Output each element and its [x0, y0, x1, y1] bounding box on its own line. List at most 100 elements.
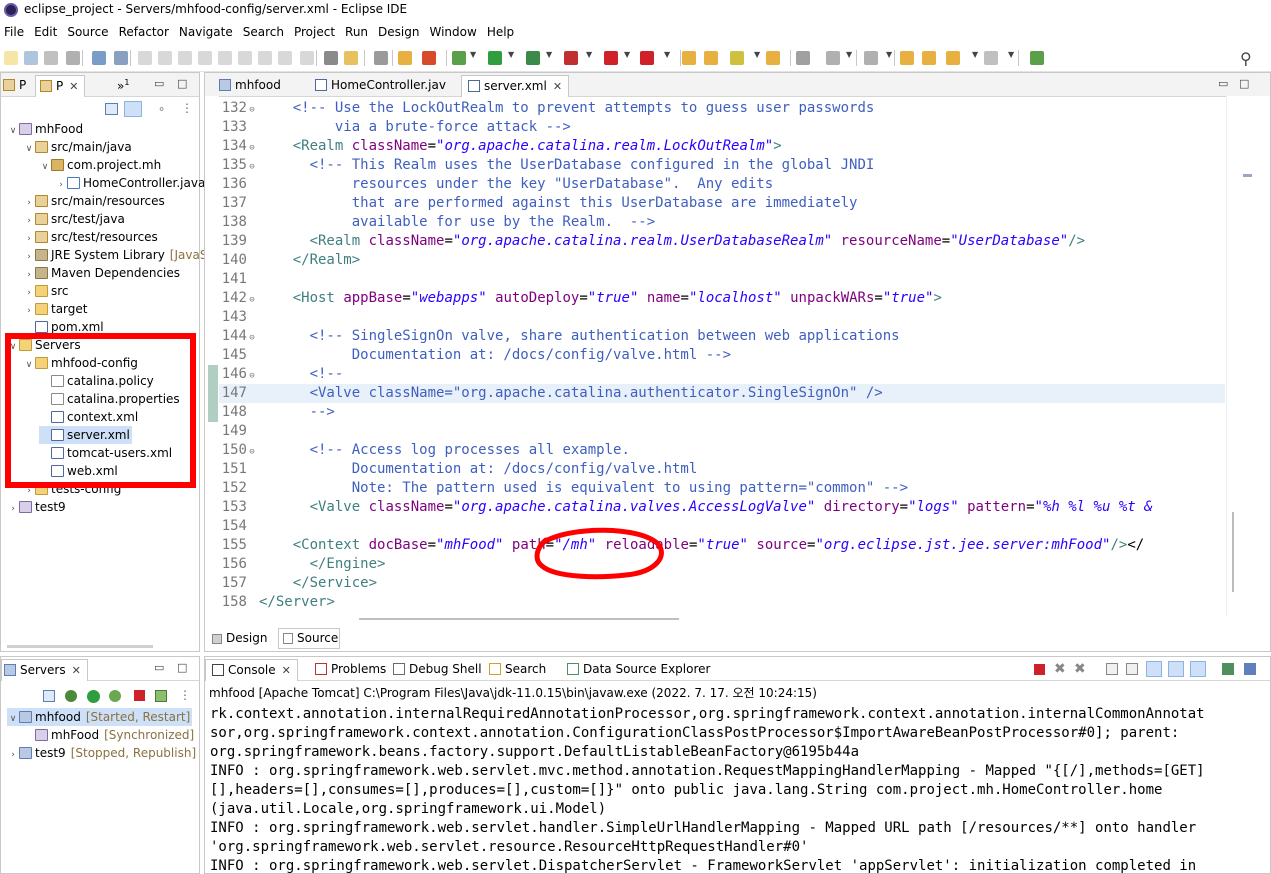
code-line[interactable]: 142 ⊖ <Host appBase="webapps" autoDeploy=…	[219, 289, 1225, 308]
last-edit-icon[interactable]	[900, 51, 914, 65]
tree-item[interactable]: ∨ mhFood	[7, 120, 83, 138]
code-line[interactable]: 134 ⊖ <Realm className="org.apache.catali…	[219, 137, 1225, 156]
menu-help[interactable]: Help	[483, 22, 520, 39]
chevron-down-icon[interactable]: ▼	[754, 50, 760, 59]
filter-icon[interactable]: ⚬	[157, 103, 166, 116]
code-line[interactable]: 145 Documentation at: /docs/config/valve…	[219, 346, 1225, 365]
use-step-filters-icon[interactable]	[300, 51, 314, 65]
chevron-down-icon[interactable]: ▼	[972, 50, 978, 59]
vertical-scrollbar[interactable]	[1232, 512, 1234, 592]
suspend-icon[interactable]	[158, 51, 172, 65]
next-annotation-icon[interactable]	[826, 51, 840, 65]
profile-server-icon[interactable]	[109, 690, 121, 702]
publish-icon[interactable]	[155, 690, 167, 702]
chevron-down-icon[interactable]: ▼	[846, 50, 852, 59]
menu-project[interactable]: Project	[290, 22, 341, 39]
launch-icon[interactable]	[640, 51, 654, 65]
stop-server-icon[interactable]	[134, 690, 145, 701]
editor-hscroll[interactable]	[219, 616, 1225, 622]
code-line[interactable]: 135 ⊖ <!-- This Realm uses the UserDataba…	[219, 156, 1225, 175]
chevron-down-icon[interactable]: ∨	[7, 710, 19, 728]
step-return-icon[interactable]	[258, 51, 272, 65]
link-with-editor-icon[interactable]	[124, 101, 142, 117]
code-line[interactable]: 136 resources under the key "UserDatabas…	[219, 175, 1225, 194]
close-icon[interactable]: ✕	[72, 664, 81, 677]
maximize-icon[interactable]: □	[177, 77, 187, 90]
editor-maximize-icon[interactable]: □	[1239, 77, 1249, 90]
stop-icon[interactable]	[604, 51, 618, 65]
chevron-down-icon[interactable]: ▼	[886, 50, 892, 59]
code-line[interactable]: 141	[219, 270, 1225, 289]
code-line[interactable]: 143	[219, 308, 1225, 327]
chevron-down-icon[interactable]: ▼	[546, 50, 552, 59]
code-line[interactable]: 132 ⊖ <!-- Use the LockOutRealm to preven…	[219, 99, 1225, 118]
code-line[interactable]: 153 <Valve className="org.apache.catalin…	[219, 498, 1225, 517]
tree-item[interactable]: › test9	[7, 498, 66, 516]
tab-servers[interactable]: Servers ✕	[1, 659, 88, 681]
editor-tab[interactable]: server.xml ✕	[461, 75, 570, 97]
search-icon[interactable]: ⚲	[1240, 49, 1252, 68]
code-line[interactable]: 147 <Valve className="org.apache.catalin…	[219, 384, 1225, 403]
print-icon[interactable]	[66, 51, 80, 65]
debug-icon[interactable]	[452, 51, 466, 65]
display-console-icon[interactable]	[1244, 663, 1256, 675]
open-resource-icon[interactable]	[704, 51, 718, 65]
chevron-down-icon[interactable]: ▼	[586, 50, 592, 59]
menu-refactor[interactable]: Refactor	[115, 22, 175, 39]
code-line[interactable]: 154	[219, 517, 1225, 536]
chevron-right-icon[interactable]: ›	[7, 500, 19, 518]
word-wrap-icon[interactable]	[1146, 661, 1162, 677]
show-on-stdout-icon[interactable]	[1168, 661, 1184, 677]
tab-debug-shell[interactable]: Debug Shell	[387, 659, 488, 681]
build-icon[interactable]	[398, 51, 412, 65]
tab-problems[interactable]: Problems	[309, 659, 392, 681]
perspective-icon[interactable]	[1030, 51, 1044, 65]
window-icon[interactable]	[92, 51, 106, 65]
tab-project-explorer[interactable]: P	[1, 75, 32, 97]
drop-to-frame-icon[interactable]	[278, 51, 292, 65]
view-menu-icon[interactable]: ⋮	[181, 101, 193, 115]
search-tb-icon[interactable]	[730, 51, 744, 65]
tab-search[interactable]: Search	[483, 659, 552, 681]
tab-design[interactable]: Design	[208, 629, 272, 649]
chevron-down-icon[interactable]: ∨	[23, 140, 35, 158]
tab-data-source-explorer[interactable]: Data Source Explorer	[561, 659, 716, 681]
menu-navigate[interactable]: Navigate	[175, 22, 239, 39]
tab-source[interactable]: Source	[278, 628, 340, 649]
code-line[interactable]: 138 available for use by the Realm. -->	[219, 213, 1225, 232]
minimize-icon[interactable]: ▭	[154, 661, 164, 674]
run-icon[interactable]	[488, 51, 502, 65]
tree-item[interactable]: › target	[23, 300, 87, 318]
collapse-all-icon[interactable]	[43, 690, 55, 702]
chevron-down-icon[interactable]: ∨	[39, 158, 51, 176]
code-editor[interactable]: 132 ⊖ <!-- Use the LockOutRealm to preven…	[219, 96, 1225, 616]
terminate-grey-icon[interactable]	[178, 51, 192, 65]
code-line[interactable]: 149	[219, 422, 1225, 441]
toggle-block-icon[interactable]	[374, 51, 388, 65]
step-over-icon[interactable]	[238, 51, 252, 65]
tree-item[interactable]: ∨ src/main/java	[23, 138, 132, 156]
close-icon[interactable]: ✕	[69, 80, 78, 93]
chevron-right-icon[interactable]: ›	[7, 746, 19, 764]
new-icon[interactable]	[4, 51, 18, 65]
edit-location-icon[interactable]	[922, 51, 936, 65]
terminate-icon[interactable]	[1034, 664, 1045, 675]
resume-icon[interactable]	[138, 51, 152, 65]
tree-item[interactable]: › HomeController.java	[55, 174, 205, 192]
menu-file[interactable]: File	[0, 22, 30, 39]
code-line[interactable]: 157 </Service>	[219, 574, 1225, 593]
code-line[interactable]: 144 ⊖ <!-- SingleSignOn valve, share auth…	[219, 327, 1225, 346]
minimize-icon[interactable]: ▭	[154, 77, 164, 90]
tree-item[interactable]: › JRE System Library [JavaSE	[23, 246, 215, 264]
remove-all-icon[interactable]: ✖	[1074, 661, 1086, 677]
view-menu-icon[interactable]: ⋮	[179, 688, 191, 702]
code-line[interactable]: 158 </Server>	[219, 593, 1225, 612]
server-item[interactable]: mhFood [Synchronized]	[23, 726, 194, 744]
annotation-icon[interactable]	[796, 51, 810, 65]
code-line[interactable]: 156 </Engine>	[219, 555, 1225, 574]
server-item[interactable]: › test9 [Stopped, Republish]	[7, 744, 196, 762]
debug-server-icon[interactable]	[65, 690, 77, 702]
tree-item[interactable]: › src/test/java	[23, 210, 125, 228]
forward-icon[interactable]	[984, 51, 998, 65]
clear-console-icon[interactable]	[1106, 663, 1118, 675]
